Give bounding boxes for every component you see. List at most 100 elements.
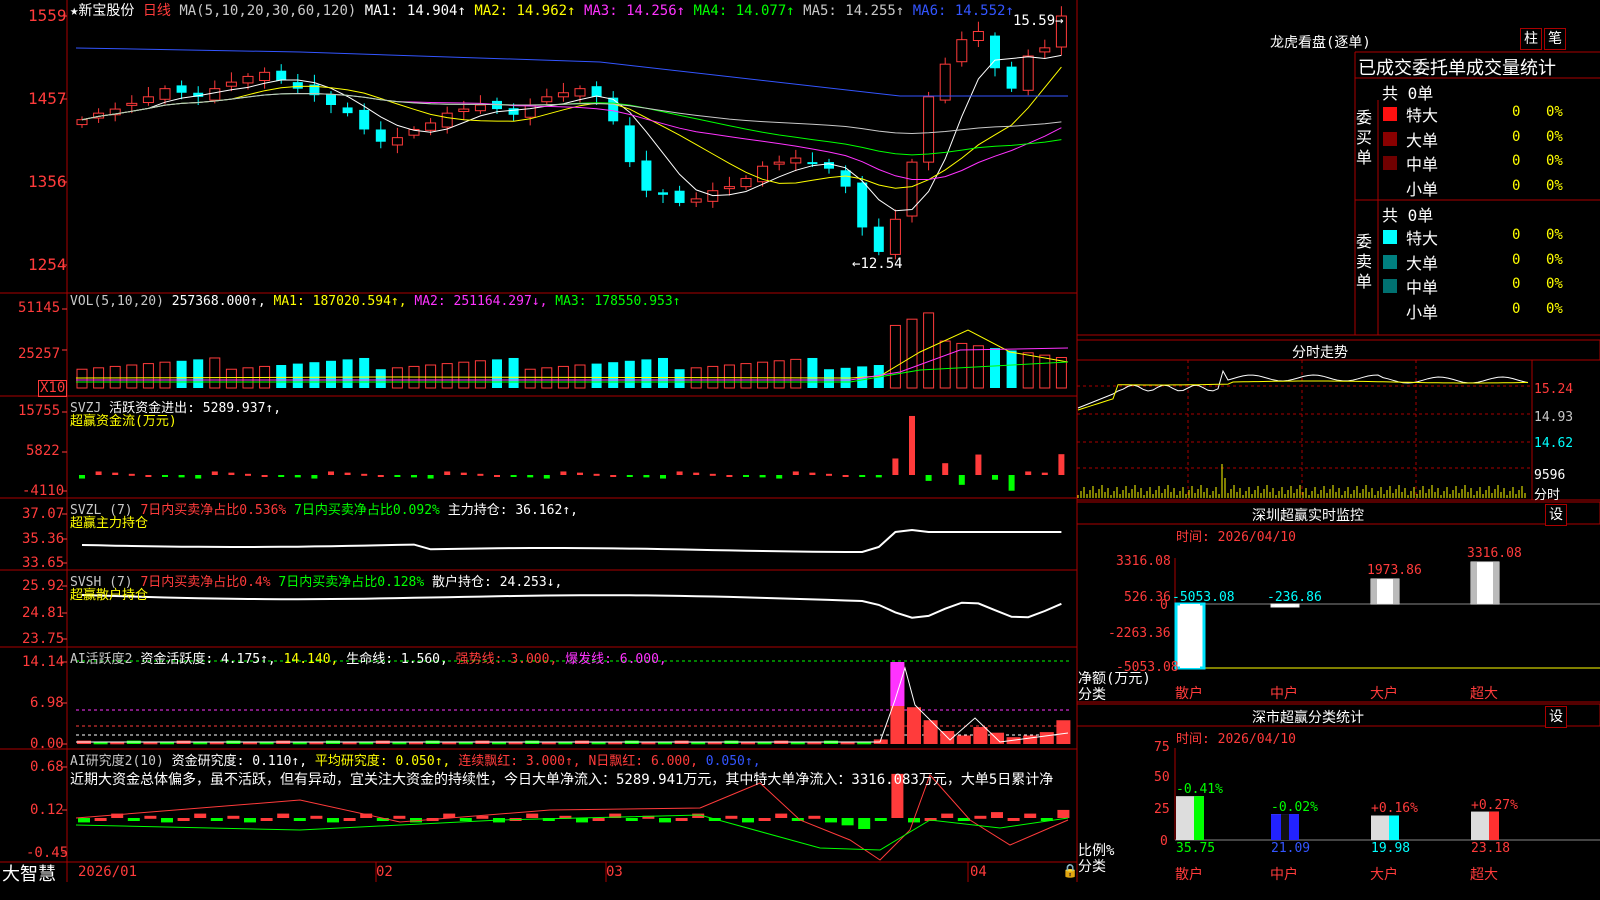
ai2-bar-27	[526, 813, 539, 818]
vol-ma1-line	[75, 329, 1069, 379]
ai1-bar-23	[458, 742, 473, 745]
vol-bar-26	[508, 357, 519, 388]
vol-bar-2	[109, 365, 121, 389]
sell-color-swatch-2	[1383, 279, 1397, 293]
tab-filled-orders[interactable]: 已成交委托单	[1358, 58, 1466, 79]
svzj-bar-38	[709, 473, 716, 476]
buy-row-value-2: 0	[1512, 153, 1521, 169]
candle-body-49	[889, 218, 901, 255]
candle-body-50	[906, 161, 918, 217]
tab-volume-stats[interactable]: 成交量统计	[1466, 58, 1556, 79]
svzj-bar-43	[792, 471, 799, 475]
fenshi-axis-1: 15.24	[1534, 382, 1574, 397]
candle-body-46	[840, 170, 851, 187]
ai1-bar-44	[807, 742, 822, 745]
svzj-bar-57	[1025, 471, 1032, 475]
ai1-bar-17	[359, 742, 374, 745]
classify-category-0: 散户	[1175, 867, 1203, 883]
buy-row-value-0: 0	[1512, 104, 1521, 120]
monitor-axis-3: 0	[1160, 598, 1168, 613]
ai2-bar-10	[244, 818, 256, 823]
classify-settings-button[interactable]: 设	[1545, 706, 1567, 728]
svzj-bar-58	[1041, 472, 1048, 475]
svzj-bar-6	[178, 475, 185, 478]
svzj-bar-4	[145, 475, 152, 477]
ma-params: MA(5,10,20,30,60,120)	[179, 3, 357, 19]
ai1-bar-57	[1023, 735, 1038, 744]
svzj-bar-15	[328, 471, 334, 475]
bar-mode-button[interactable]: 柱	[1520, 28, 1542, 50]
candle-body-31	[591, 86, 602, 97]
classify-value-label-2: 19.98	[1371, 841, 1411, 856]
svzj-bar-54	[975, 454, 982, 475]
candle-body-57	[1022, 55, 1034, 91]
svzj-bar-32	[610, 475, 617, 477]
high-price-mark: 15.59→	[1013, 13, 1064, 29]
candle-body-23	[458, 108, 470, 113]
vol-bar-17	[359, 357, 370, 388]
vol-bar-42	[773, 360, 785, 389]
vol-bar-9	[225, 368, 237, 389]
date-label-1: 2026/01	[78, 864, 138, 880]
svzj-bar-8	[211, 471, 218, 475]
candle-body-40	[740, 177, 752, 188]
ai1-axis-1: 14.14	[22, 654, 65, 670]
vol-bar-23	[458, 361, 470, 389]
svzj-bar-23	[460, 472, 467, 475]
vol-bar-35	[658, 357, 668, 388]
classify-value-label-1: 21.09	[1271, 841, 1311, 856]
candle-body-32	[608, 97, 619, 122]
svzj-bar-0	[79, 475, 85, 479]
fenshi-unit: 分时	[1534, 488, 1561, 503]
classify-change-label-1: -0.02%	[1271, 800, 1318, 816]
classify-title: 深市超赢分类统计	[1252, 710, 1364, 726]
sell-color-swatch-1	[1383, 254, 1397, 269]
svzl-axis-1: 37.07	[22, 506, 65, 522]
svzj-bar-46	[842, 475, 849, 477]
svsh-axis-1: 25.92	[22, 578, 65, 594]
monitor-category-0: 散户	[1175, 686, 1203, 702]
sell-row-pct-1: 0%	[1546, 251, 1563, 268]
svzj-bar-19	[394, 475, 401, 477]
ai1-bar-32	[608, 742, 623, 745]
classify-value-label-3: 23.18	[1471, 841, 1511, 856]
svzj-bar-33	[626, 475, 633, 477]
svzj-bar-24	[477, 473, 484, 476]
period-label[interactable]: 日线	[143, 3, 171, 19]
sell-section-label: 委卖单	[1356, 232, 1373, 291]
vol-bar-55	[990, 348, 1000, 388]
ai1-bar-35	[658, 742, 672, 745]
monitor-value-label-1: -236.86	[1267, 590, 1322, 605]
svzj-bar-50	[909, 415, 915, 475]
ai1-bar-5	[160, 742, 174, 745]
vol-bar-6	[176, 360, 187, 388]
ai1-bar-1	[93, 742, 108, 745]
ai1-bar-51	[923, 720, 938, 744]
monitor-axis-4: -2263.36	[1108, 626, 1171, 641]
app-logo[interactable]: 大智慧	[2, 860, 56, 886]
sell-row-name-2: 中单	[1406, 278, 1439, 297]
ai2-bar-30	[576, 818, 588, 823]
svzj-axis-1: 15755	[18, 403, 61, 419]
ai2-bar-36	[675, 818, 688, 821]
ai2-bar-3	[127, 818, 140, 821]
tick-mode-button[interactable]: 笔	[1544, 28, 1566, 50]
ai2-bar-35	[659, 818, 671, 823]
ai2-bar-7	[194, 813, 207, 818]
vol-bar-39	[723, 364, 735, 389]
stock-name[interactable]: ★新宝股份	[70, 3, 134, 19]
lock-icon[interactable]: 🔒	[1062, 864, 1078, 879]
ai1-bar-58	[1039, 732, 1054, 744]
svzj-bar-49	[892, 458, 899, 475]
sell-row-value-1: 0	[1512, 251, 1521, 268]
ai1-burst-bar	[890, 662, 905, 706]
monitor-xlabel: 分类	[1078, 687, 1106, 703]
monitor-settings-button[interactable]: 设	[1545, 504, 1567, 526]
buy-color-swatch-1	[1383, 131, 1397, 146]
ai1-bar-7	[193, 742, 208, 745]
candle-body-29	[557, 92, 569, 98]
monitor-title: 深圳超赢实时监控	[1252, 508, 1364, 524]
vol-bar-30	[574, 364, 586, 389]
lhb-tabs: 已成交委托单成交量统计	[1358, 54, 1556, 80]
ai2-bar-40	[742, 818, 754, 823]
